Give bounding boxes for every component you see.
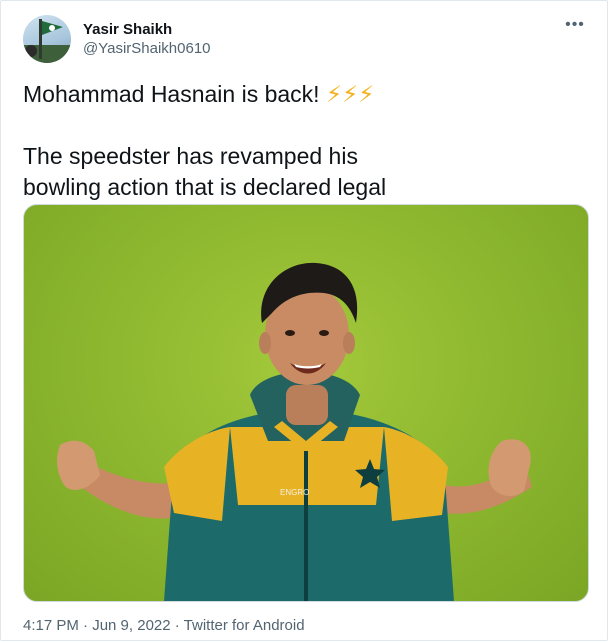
tweet-text-line1: Mohammad Hasnain is back! bbox=[23, 81, 326, 107]
tweet-source[interactable]: Twitter for Android bbox=[184, 617, 305, 634]
tweet-metadata: 4:17 PM · Jun 9, 2022 · Twitter for Andr… bbox=[23, 617, 305, 634]
tweet-header: Yasir Shaikh @YasirShaikh0610 bbox=[23, 15, 211, 63]
avatar-image bbox=[23, 19, 71, 63]
author-names: Yasir Shaikh @YasirShaikh0610 bbox=[83, 20, 211, 58]
tweet-text-body: The speedster has revamped his bowling a… bbox=[23, 143, 387, 200]
tweet-card: Yasir Shaikh @YasirShaikh0610 ••• Mohamm… bbox=[0, 0, 608, 641]
photo-cricketer-celebrating: ENGRO bbox=[57, 262, 532, 601]
tweet-photo[interactable]: ENGRO bbox=[23, 204, 589, 602]
avatar[interactable] bbox=[23, 15, 71, 63]
author-handle[interactable]: @YasirShaikh0610 bbox=[83, 39, 211, 58]
more-horizontal-icon[interactable]: ••• bbox=[565, 15, 585, 35]
tweet-timestamp[interactable]: 4:17 PM · Jun 9, 2022 · bbox=[23, 617, 184, 634]
jersey-sponsor-label: ENGRO bbox=[280, 488, 309, 497]
author-display-name[interactable]: Yasir Shaikh bbox=[83, 20, 211, 39]
lightning-emoji-icon: ⚡⚡⚡ bbox=[325, 81, 375, 107]
tweet-text: Mohammad Hasnain is back! ⚡⚡⚡ The speeds… bbox=[23, 79, 583, 203]
